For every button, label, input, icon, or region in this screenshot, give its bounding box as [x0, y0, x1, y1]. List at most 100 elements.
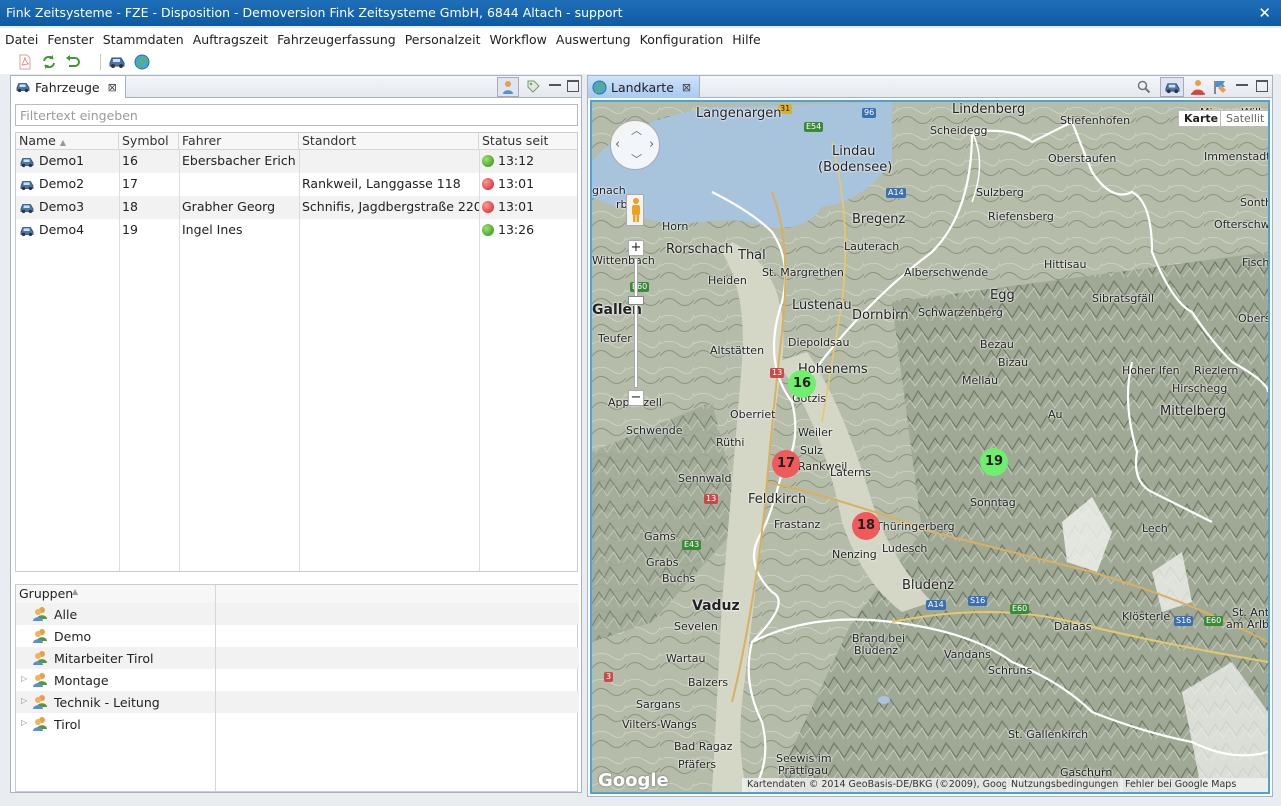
tree-item-montage[interactable]: ▷ Montage — [16, 669, 579, 691]
window-title: Fink Zeitsysteme - FZE - Disposition - D… — [6, 5, 623, 20]
street-view-pegman[interactable] — [626, 194, 644, 226]
place-label: Dornbirn — [852, 308, 909, 323]
groups-header[interactable]: Gruppen ▲ — [16, 585, 579, 603]
expand-icon[interactable]: ▷ — [21, 674, 27, 683]
driver-view-button[interactable] — [497, 77, 519, 97]
tree-item-alle[interactable]: Alle — [16, 603, 579, 625]
pan-right-icon[interactable]: › — [649, 137, 654, 152]
table-row[interactable]: Demo2 17 Rankweil, Langgasse 118 13:01 — [16, 173, 577, 196]
menu-fenster[interactable]: Fenster — [42, 28, 97, 47]
place-label: Feldkirch — [748, 492, 807, 507]
place-label: Sonntag — [970, 496, 1016, 509]
vehicle-icon — [16, 83, 30, 93]
search-icon[interactable] — [1137, 80, 1151, 94]
pan-control[interactable]: ︿ ﹀ ‹ › — [610, 120, 660, 170]
refresh-icon[interactable] — [40, 53, 58, 71]
column-header-name[interactable]: Name ▲ — [16, 133, 119, 150]
group-icon — [33, 607, 47, 621]
menu-auswertung[interactable]: Auswertung — [551, 28, 635, 47]
toolbar — [0, 50, 1281, 74]
menu-workflow[interactable]: Workflow — [484, 28, 550, 47]
place-label: Vaduz — [692, 598, 740, 614]
terms-link[interactable]: Nutzungsbedingungen — [1006, 778, 1124, 792]
tab-fahrzeuge[interactable]: Fahrzeuge ⊠ — [11, 76, 126, 98]
place-label: Heiden — [708, 274, 747, 287]
place-label: Weiler — [798, 426, 833, 439]
column-header-standort[interactable]: Standort — [299, 133, 479, 150]
menu-auftragszeit[interactable]: Auftragszeit — [188, 28, 272, 47]
maximize-icon[interactable] — [567, 80, 579, 92]
tree-item-mitarbeiter-tirol[interactable]: Mitarbeiter Tirol — [16, 647, 579, 669]
place-label: Vilters-Wangs — [622, 718, 697, 731]
map-tabbar: Landkarte ⊠ — [588, 76, 1272, 98]
menu-fahrzeugerfassung[interactable]: Fahrzeugerfassung — [272, 28, 400, 47]
minimize-icon[interactable] — [1236, 80, 1248, 86]
vehicle-marker-19[interactable]: 19 — [980, 448, 1008, 476]
column-header-status[interactable]: Status seit — [479, 133, 577, 150]
show-vehicles-button[interactable] — [1160, 77, 1184, 97]
group-icon — [33, 673, 47, 687]
menu-hilfe[interactable]: Hilfe — [727, 28, 764, 47]
tree-item-demo[interactable]: Demo — [16, 625, 579, 647]
vehicle-marker-18[interactable]: 18 — [852, 512, 880, 540]
pan-up-icon[interactable]: ︿ — [631, 122, 642, 138]
pdf-icon[interactable] — [16, 53, 34, 71]
filter-input[interactable]: Filtertext eingeben — [15, 104, 578, 126]
table-row[interactable]: Demo3 18 Grabher Georg Schnifis, Jagdber… — [16, 196, 577, 219]
undo-icon[interactable] — [64, 53, 82, 71]
tree-item-technik-leitung[interactable]: ▷ Technik - Leitung — [16, 691, 579, 713]
menu-datei[interactable]: Datei — [0, 28, 42, 47]
maximize-icon[interactable] — [1256, 80, 1268, 92]
zoom-in-button[interactable]: + — [628, 240, 644, 256]
expand-icon[interactable]: ▷ — [21, 718, 27, 727]
expand-icon[interactable]: ▷ — [21, 696, 27, 705]
close-icon[interactable]: ⊠ — [108, 81, 117, 94]
map-type-karte[interactable]: Karte — [1178, 110, 1225, 127]
cell-standort — [299, 219, 479, 242]
place-label: Sulz — [800, 444, 823, 457]
menu-personalzeit[interactable]: Personalzeit — [400, 28, 485, 47]
vehicle-marker-17[interactable]: 17 — [772, 450, 800, 478]
road-shield: 13 — [704, 494, 719, 504]
cell-name: Demo1 — [38, 153, 85, 168]
place-label: Horn — [662, 220, 689, 233]
tab-landkarte[interactable]: Landkarte ⊠ — [588, 76, 701, 98]
place-label: Alberschwende — [904, 266, 989, 279]
menu-stammdaten[interactable]: Stammdaten — [98, 28, 188, 47]
close-icon[interactable]: ⊠ — [682, 81, 691, 94]
map-type-satellit[interactable]: Satellit — [1220, 110, 1268, 127]
place-label: Ofterschwang — [1214, 218, 1270, 231]
vehicle-icon — [20, 203, 34, 213]
column-header-symbol[interactable]: Symbol — [119, 133, 179, 150]
pan-left-icon[interactable]: ‹ — [615, 137, 620, 152]
zoom-slider-track[interactable] — [634, 258, 638, 388]
vehicle-marker-16[interactable]: 16 — [788, 370, 816, 398]
minimize-icon[interactable] — [549, 80, 561, 86]
close-icon[interactable]: ✕ — [1258, 0, 1271, 26]
alert-person-icon[interactable] — [1190, 79, 1206, 95]
cell-name: Demo2 — [38, 176, 85, 191]
map-view[interactable]: 31 96 E54 A14 E60 13 13 13 E43 A14 S16 E… — [590, 100, 1270, 794]
tag-view-button[interactable] — [523, 77, 545, 97]
report-error-link[interactable]: Fehler bei Google Maps melden — [1120, 778, 1268, 792]
place-label: Sevelen — [674, 620, 718, 633]
road-shield: E54 — [804, 122, 824, 132]
menu-konfiguration[interactable]: Konfiguration — [635, 28, 728, 47]
globe-icon[interactable] — [133, 53, 151, 71]
zoom-out-button[interactable]: − — [628, 390, 644, 406]
place-label: Nenzing — [832, 548, 877, 561]
pan-down-icon[interactable]: ﹀ — [631, 151, 642, 167]
place-label: Oberstaufen — [1048, 152, 1117, 165]
flag-icon[interactable] — [1212, 79, 1228, 95]
group-icon — [33, 651, 47, 665]
pegman-icon — [632, 198, 640, 222]
vehicle-icon[interactable] — [108, 53, 126, 71]
table-row[interactable]: Demo1 16 Ebersbacher Erich 13:12 — [16, 150, 577, 173]
zoom-slider-thumb[interactable] — [628, 296, 644, 305]
place-label: Langenargen — [696, 106, 782, 121]
place-label: Schwarzenberg — [918, 306, 1003, 319]
tree-item-tirol[interactable]: ▷ Tirol — [16, 713, 579, 735]
column-header-fahrer[interactable]: Fahrer — [179, 133, 299, 150]
table-row[interactable]: Demo4 19 Ingel Ines 13:26 — [16, 219, 577, 242]
status-green-icon — [482, 224, 494, 236]
